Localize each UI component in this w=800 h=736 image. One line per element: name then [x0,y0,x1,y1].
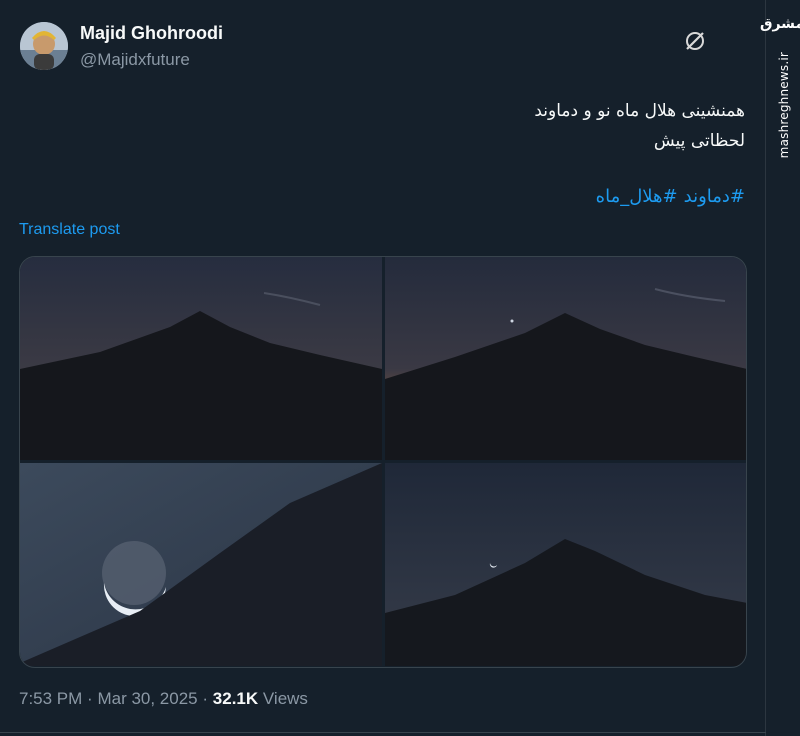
watermark-strip: مشرق mashreghnews.ir [759,0,800,736]
avatar[interactable] [20,22,68,70]
hashtags: #دماوند #هلال_ماه [590,186,745,207]
hashtag-link[interactable]: #دماوند [684,186,745,207]
meta-separator: · [87,689,93,708]
views-label: Views [262,689,308,708]
tweet-line-2: لحظاتی پیش [653,131,745,151]
media-grid [19,256,747,668]
photo-2[interactable] [385,257,746,460]
hashtag-link[interactable]: #هلال_ماه [596,186,678,207]
meta-separator: · [202,689,209,708]
post-meta: 7:53 PM · Mar 30, 2025 · 32.1K Views [19,689,308,709]
post-time[interactable]: 7:53 PM [19,689,82,708]
photo-4[interactable] [385,463,746,666]
watermark-site: mashreghnews.ir [777,52,791,159]
photo-1[interactable] [20,257,382,460]
views-count: 32.1K [212,689,259,708]
tweet-body: همنشینی هلال ماه نو و دماوند لحظاتی پیش [245,96,745,156]
post-date[interactable]: Mar 30, 2025 [97,689,197,708]
translate-post-link[interactable]: Translate post [19,221,120,239]
divider [0,732,766,733]
grok-icon[interactable] [682,28,708,54]
tweet-line-1: همنشینی هلال ماه نو و دماوند [534,101,745,121]
author-handle[interactable]: @Majidxfuture [80,50,190,70]
mashregh-logo: مشرق [759,16,800,32]
author-name[interactable]: Majid Ghohroodi [80,23,223,44]
photo-3[interactable] [20,463,382,666]
